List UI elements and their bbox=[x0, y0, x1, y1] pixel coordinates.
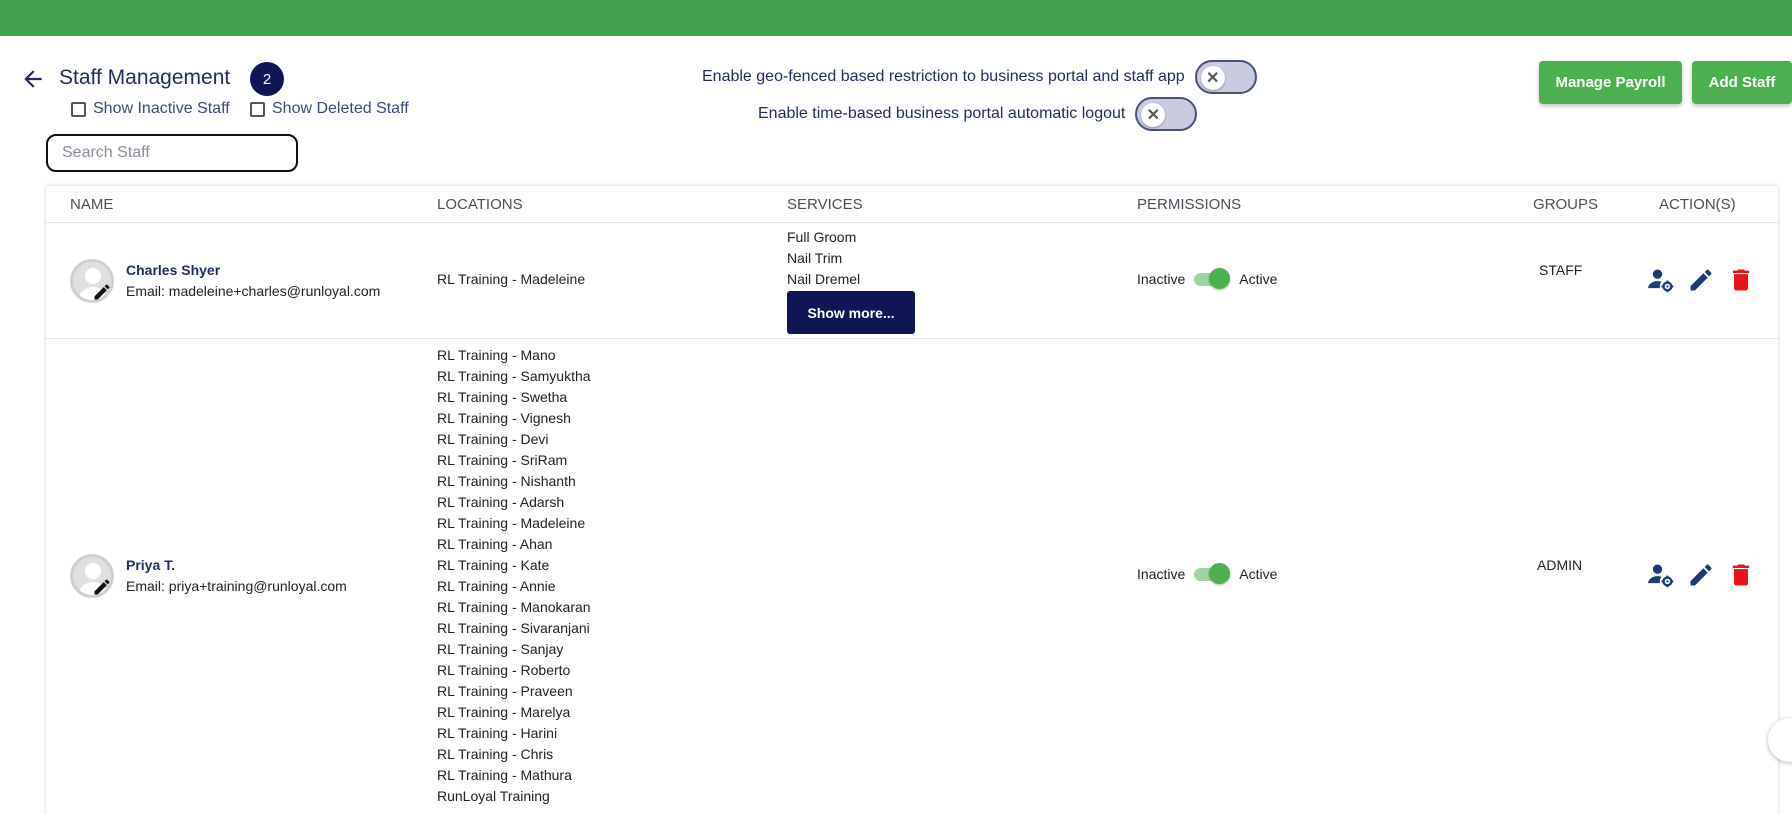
location-item: RL Training - Adarsh bbox=[437, 494, 565, 510]
locations-list: RL Training - Mano RL Training - Samyukt… bbox=[437, 345, 591, 807]
avatar-edit-icon[interactable] bbox=[92, 282, 112, 302]
page-title: Staff Management bbox=[59, 66, 231, 89]
edit-pencil-icon[interactable] bbox=[1687, 561, 1715, 589]
user-settings-icon[interactable] bbox=[1647, 561, 1675, 589]
geo-fence-setting: Enable geo-fenced based restriction to b… bbox=[702, 60, 1257, 94]
geo-fence-label: Enable geo-fenced based restriction to b… bbox=[702, 68, 1185, 85]
location-item: RL Training - Sivaranjani bbox=[437, 620, 590, 636]
permission-inactive-label: Inactive bbox=[1137, 566, 1186, 582]
top-bar bbox=[0, 0, 1792, 36]
service-item: Nail Dremel bbox=[787, 271, 861, 287]
close-icon: ✕ bbox=[1200, 66, 1225, 90]
permission-active-label: Active bbox=[1239, 566, 1278, 582]
staff-name[interactable]: Charles Shyer bbox=[126, 262, 220, 278]
show-deleted-checkbox[interactable]: Show Deleted Staff bbox=[250, 100, 409, 118]
row-divider bbox=[46, 338, 1778, 339]
location-item: RL Training - Devi bbox=[437, 431, 549, 447]
staff-table: NAME LOCATIONS SERVICES PERMISSIONS GROU… bbox=[46, 186, 1778, 814]
permission-toggle-group: Inactive Active bbox=[1137, 268, 1277, 290]
column-header-services: SERVICES bbox=[787, 196, 863, 213]
auto-logout-label: Enable time-based business portal automa… bbox=[758, 105, 1126, 122]
service-item: Nail Trim bbox=[787, 250, 843, 266]
geo-fence-toggle[interactable]: ✕ bbox=[1194, 60, 1257, 94]
location-item: RL Training - Praveen bbox=[437, 683, 573, 699]
location-item: RL Training - Mano bbox=[437, 347, 556, 363]
location-item: RL Training - Chris bbox=[437, 746, 554, 762]
header-divider bbox=[46, 222, 1778, 223]
staff-email: Email: priya+training@runloyal.com bbox=[126, 578, 347, 594]
column-header-locations: LOCATIONS bbox=[437, 196, 523, 213]
location-item: RL Training - Nishanth bbox=[437, 473, 576, 489]
location-item: RL Training - Samyuktha bbox=[437, 368, 591, 384]
column-header-name: NAME bbox=[70, 196, 114, 213]
location-item: RL Training - Kate bbox=[437, 557, 550, 573]
location-item: RL Training - Swetha bbox=[437, 389, 568, 405]
auto-logout-toggle[interactable]: ✕ bbox=[1135, 97, 1198, 131]
location-item: RL Training - Marelya bbox=[437, 704, 571, 720]
location-item: RL Training - Ahan bbox=[437, 536, 553, 552]
location-item: RL Training - Sanjay bbox=[437, 641, 564, 657]
edit-pencil-icon[interactable] bbox=[1687, 266, 1715, 294]
manage-payroll-button[interactable]: Manage Payroll bbox=[1539, 61, 1682, 104]
permission-active-label: Active bbox=[1239, 271, 1278, 287]
location-item: RL Training - Manokaran bbox=[437, 599, 591, 615]
show-inactive-label: Show Inactive Staff bbox=[93, 100, 230, 117]
group-label: ADMIN bbox=[1537, 557, 1583, 573]
location-item: RL Training - Vignesh bbox=[437, 410, 571, 426]
show-deleted-label: Show Deleted Staff bbox=[272, 100, 409, 117]
close-icon: ✕ bbox=[1141, 103, 1166, 127]
show-more-button[interactable]: Show more... bbox=[787, 291, 915, 334]
staff-name[interactable]: Priya T. bbox=[126, 557, 175, 573]
column-header-actions: ACTION(S) bbox=[1659, 196, 1736, 213]
staff-email: Email: madeleine+charles@runloyal.com bbox=[126, 283, 381, 299]
location-item: RunLoyal Training bbox=[437, 788, 550, 804]
back-arrow-icon[interactable] bbox=[20, 66, 46, 92]
permission-toggle[interactable] bbox=[1194, 563, 1231, 585]
permission-toggle[interactable] bbox=[1194, 268, 1231, 290]
permission-inactive-label: Inactive bbox=[1137, 271, 1186, 287]
location-item: RL Training - Harini bbox=[437, 725, 558, 741]
staff-count-badge: 2 bbox=[250, 62, 284, 96]
group-label: STAFF bbox=[1539, 262, 1583, 278]
auto-logout-setting: Enable time-based business portal automa… bbox=[758, 97, 1198, 131]
location-item: RL Training - Madeleine bbox=[437, 515, 586, 531]
services-list: Full Groom Nail Trim Nail Dremel bbox=[787, 227, 860, 290]
checkbox-box[interactable] bbox=[71, 101, 86, 117]
location-item: RL Training - Roberto bbox=[437, 662, 571, 678]
delete-trash-icon[interactable] bbox=[1727, 561, 1755, 589]
service-item: Full Groom bbox=[787, 229, 857, 245]
location-item: RL Training - Madeleine bbox=[437, 271, 586, 287]
search-staff-input[interactable] bbox=[46, 134, 298, 172]
checkbox-box[interactable] bbox=[250, 101, 265, 117]
location-item: RL Training - Annie bbox=[437, 578, 556, 594]
add-staff-button[interactable]: Add Staff bbox=[1692, 61, 1792, 104]
location-item: RL Training - SriRam bbox=[437, 452, 568, 468]
avatar-edit-icon[interactable] bbox=[92, 577, 112, 597]
show-inactive-checkbox[interactable]: Show Inactive Staff bbox=[71, 100, 230, 118]
permission-toggle-group: Inactive Active bbox=[1137, 563, 1277, 585]
column-header-permissions: PERMISSIONS bbox=[1137, 196, 1242, 213]
delete-trash-icon[interactable] bbox=[1727, 266, 1755, 294]
column-header-groups: GROUPS bbox=[1533, 196, 1599, 213]
user-settings-icon[interactable] bbox=[1647, 266, 1675, 294]
location-item: RL Training - Mathura bbox=[437, 767, 572, 783]
